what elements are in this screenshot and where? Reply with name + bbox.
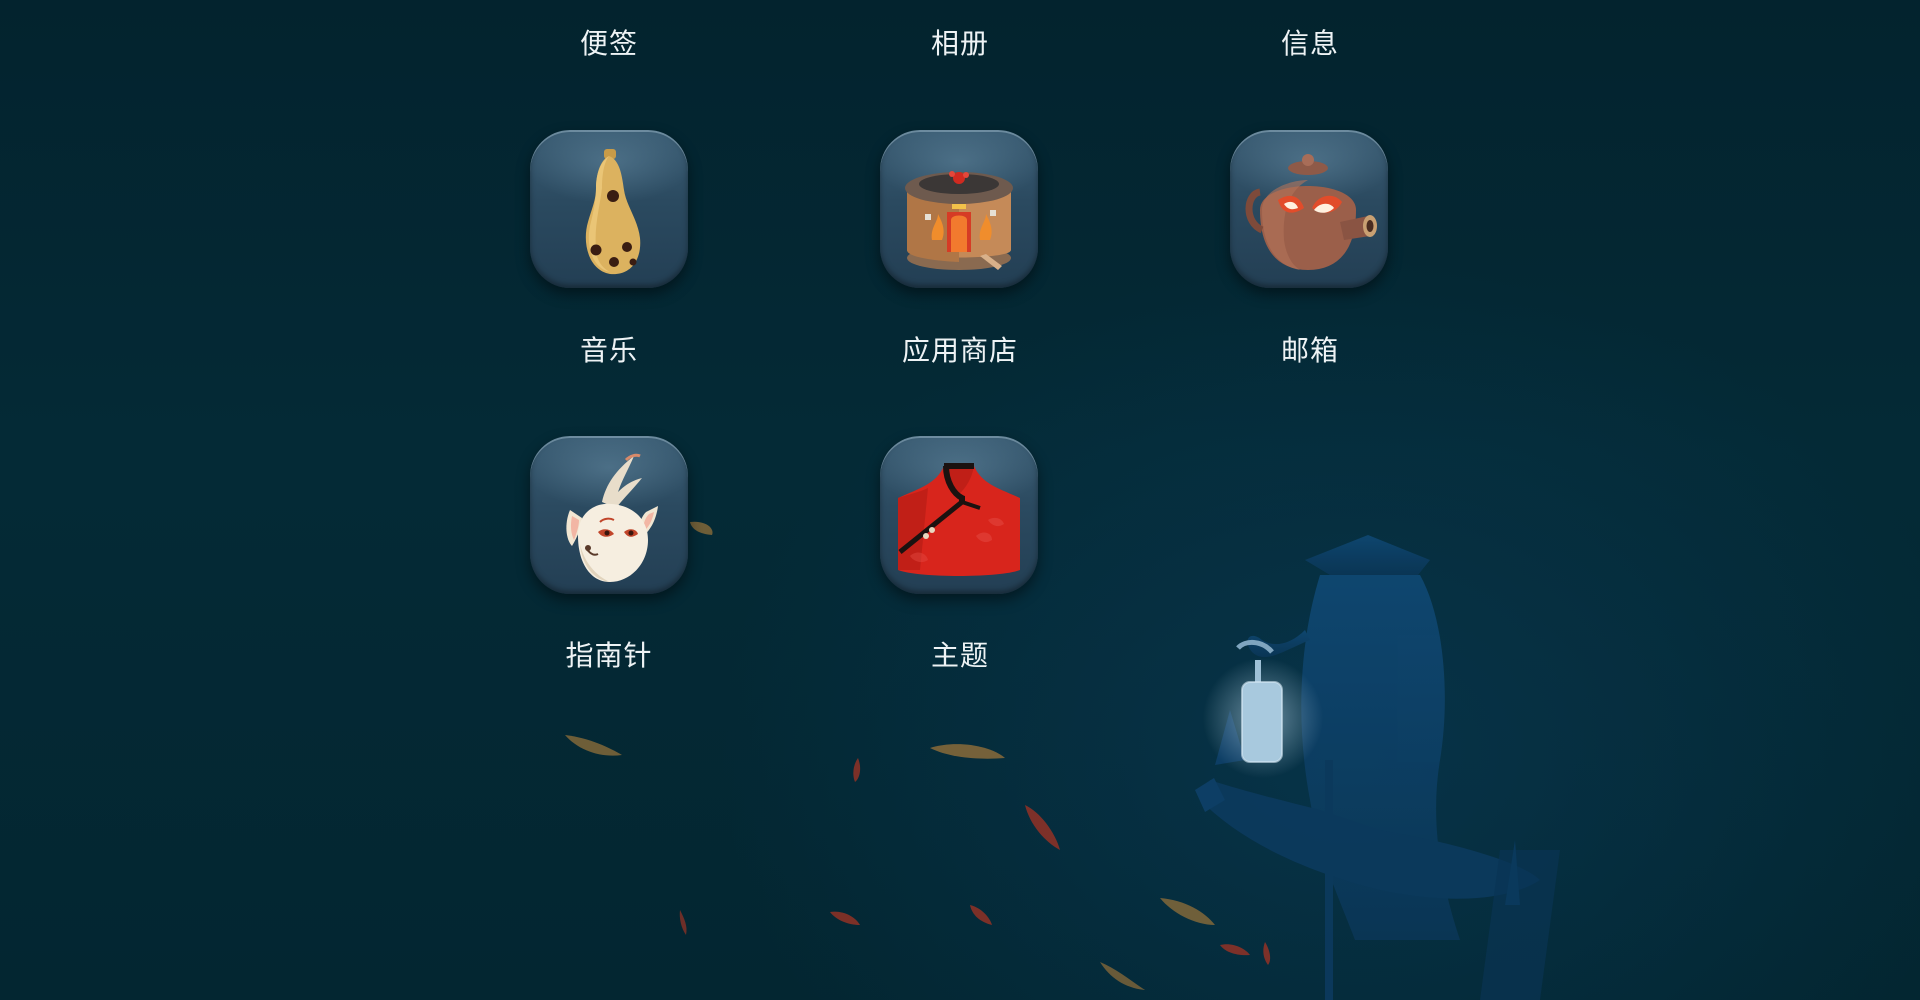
home-screen: 便签 相册 信息 音乐 应用商店 邮箱 指南针 主题 [0,0,1920,1000]
app-label-notes[interactable]: 便签 [489,26,729,62]
ocarina-icon [585,149,641,275]
red-jacket-icon [898,463,1020,576]
app-label-messages[interactable]: 信息 [1190,26,1430,62]
music-app-button[interactable] [530,130,688,288]
app-label-app-store[interactable]: 应用商店 [840,333,1080,369]
deer-spirit-icon [566,453,658,582]
app-label-music[interactable]: 音乐 [489,333,729,369]
mail-app-button[interactable] [1230,130,1388,288]
app-label-compass[interactable]: 指南针 [489,638,729,674]
compass-app-button[interactable] [530,436,688,594]
teapot-icon [1245,154,1377,270]
shop-building-icon [905,171,1013,270]
app-label-gallery[interactable]: 相册 [840,26,1080,62]
app-store-button[interactable] [880,130,1038,288]
themes-app-button[interactable] [880,436,1038,594]
app-label-themes[interactable]: 主题 [840,638,1080,674]
app-label-mail[interactable]: 邮箱 [1190,333,1430,369]
